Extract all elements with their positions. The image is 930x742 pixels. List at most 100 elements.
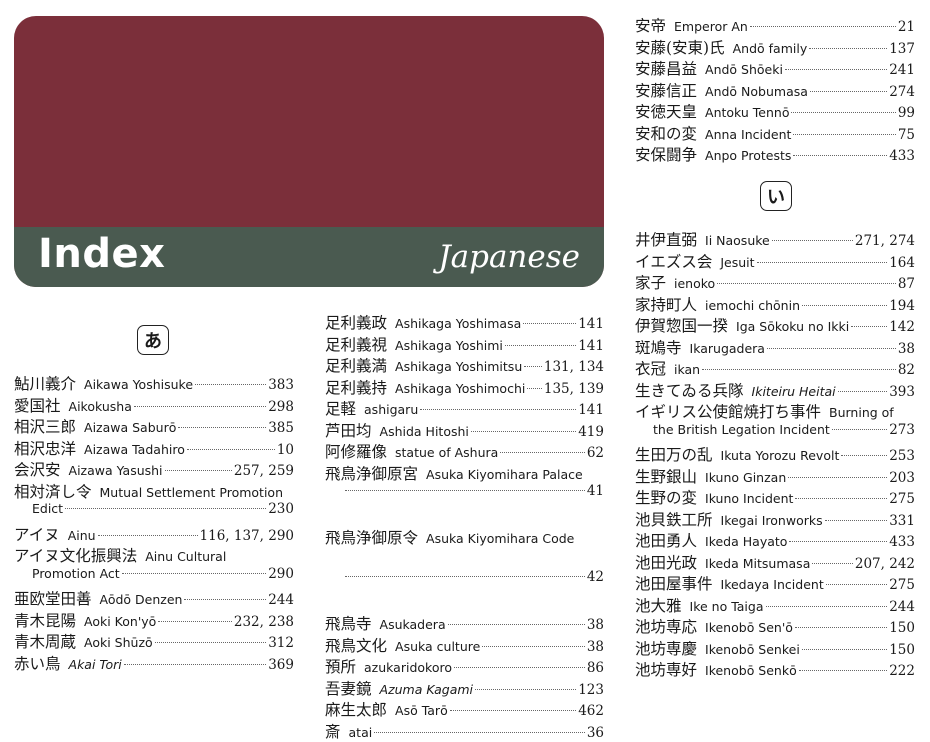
- index-entry: 麻生太郎 Asō Tarō 462: [325, 698, 604, 720]
- entry-japanese-term: 会沢安: [14, 461, 61, 479]
- entry-english-term: atai: [348, 724, 373, 740]
- index-entry: 池坊専慶 Ikenobō Senkei 150: [635, 637, 915, 659]
- entry-japanese-term: 生田万の乱: [635, 446, 713, 464]
- entry-japanese-term: イエズス会: [635, 252, 713, 271]
- entry-english-term: Aoki Kon'yō: [84, 613, 157, 629]
- entry-page-numbers: 244: [268, 592, 294, 608]
- index-column-2: 足利義政 Ashikaga Yoshimasa 141 足利義視 Ashikaga Yo…: [325, 311, 604, 741]
- entry-page-numbers: 369: [268, 656, 294, 673]
- leader-dots: [420, 409, 577, 410]
- index-entry: 赤い鳥 Akai Tori 369: [14, 652, 294, 674]
- entry-page-numbers: 433: [889, 534, 915, 550]
- entry-japanese-term: 足利義視: [325, 335, 388, 354]
- index-entry: 足軽 ashigaru 141: [325, 397, 604, 419]
- entry-page-numbers: 131, 134: [543, 359, 604, 375]
- entry-japanese-term: 麻生太郎: [325, 701, 388, 719]
- leader-dots: [793, 155, 888, 156]
- entry-english-term: Anna Incident: [705, 126, 792, 142]
- entry-page-numbers: 87: [897, 276, 915, 292]
- index-entry: 足利義持 Ashikaga Yoshimochi 135, 139: [325, 376, 604, 398]
- entry-english-term: ikan: [674, 362, 701, 377]
- entry-english-term: Azuma Kagami: [379, 681, 474, 697]
- leader-dots: [749, 26, 896, 27]
- entry-english-term: statue of Ashura: [395, 445, 499, 460]
- entry-japanese-term: 安帝: [635, 17, 667, 35]
- entry-japanese-term: 亜欧堂田善: [14, 590, 92, 608]
- entry-page-numbers: 312: [268, 635, 294, 651]
- leader-dots: [449, 710, 577, 711]
- leader-dots: [524, 366, 542, 367]
- entry-page-numbers: 141: [578, 402, 604, 418]
- index-entry: 生野の変 Ikuno Incident 275: [635, 486, 915, 508]
- index-entry: 青木昆陽 Aoki Kon'yō 232, 238: [14, 609, 294, 631]
- leader-dots: [186, 448, 275, 450]
- entry-english-term: Aikokusha: [68, 398, 132, 414]
- entry-page-numbers: 150: [889, 641, 915, 658]
- entry-japanese-term: 池田光政: [635, 553, 698, 572]
- entry-page-numbers: 123: [578, 681, 604, 698]
- entry-english-term: Antoku Tennō: [705, 105, 790, 120]
- index-entry: 安徳天皇 Antoku Tennō 99: [635, 100, 915, 122]
- entry-page-numbers: 383: [268, 377, 294, 393]
- index-entry: 生きてゐる兵隊 Ikiteiru Heitai 393: [635, 379, 915, 401]
- entry-english-term: Burning of: [829, 405, 894, 420]
- entry-page-numbers: 135, 139: [543, 380, 604, 397]
- entry-english-term: Ikiteiru Heitai: [751, 383, 836, 399]
- entry-english-term: Ikenobō Sen'ō: [705, 620, 793, 635]
- index-entry: [325, 591, 604, 613]
- leader-dots: [825, 584, 888, 585]
- entry-japanese-term: 家子: [635, 274, 667, 292]
- index-entry: 池田光政 Ikeda Mitsumasa 207, 242: [635, 551, 915, 573]
- entry-page-numbers: 433: [889, 148, 915, 164]
- entry-japanese-term: 生きてゐる兵隊: [635, 381, 744, 400]
- leader-dots: [789, 541, 888, 542]
- leader-dots: [809, 90, 888, 92]
- index-entry: [325, 505, 604, 527]
- entry-japanese-term: 足軽: [325, 400, 357, 418]
- entry-page-numbers: 36: [586, 724, 604, 741]
- entry-japanese-term: 阿修羅像: [325, 443, 388, 461]
- leader-dots: [65, 508, 267, 509]
- leader-dots: [831, 428, 888, 430]
- index-entry: 青木周蔵 Aoki Shūzō 312: [14, 630, 294, 652]
- entry-english-term: iemochi chōnin: [705, 297, 801, 313]
- index-entry: 飛鳥文化 Asuka culture 38: [325, 634, 604, 656]
- leader-dots: [798, 670, 888, 671]
- entry-page-numbers: 62: [586, 445, 604, 461]
- entry-japanese-term: アイヌ: [14, 525, 60, 544]
- entry-japanese-term: 相沢忠洋: [14, 439, 77, 458]
- entry-page-numbers: 21: [897, 19, 915, 35]
- entry-japanese-term: 井伊直弼: [635, 231, 698, 249]
- entry-page-numbers: 298: [268, 398, 294, 415]
- index-entry: 斑鳩寺 Ikarugadera 38: [635, 336, 915, 358]
- entry-english-term: Aizawa Tadahiro: [84, 441, 185, 457]
- leader-dots: [824, 519, 888, 521]
- entry-page-numbers: 137: [889, 40, 915, 57]
- index-entry: 41: [325, 483, 604, 505]
- entry-english-term: Aikawa Yoshisuke: [84, 377, 194, 392]
- leader-dots: [523, 323, 577, 324]
- section-heading-a: あ: [137, 325, 169, 355]
- index-entry: 鮎川義介 Aikawa Yoshisuke 383: [14, 372, 294, 394]
- entry-english-term: Asuka culture: [395, 638, 481, 654]
- entry-english-term: ashigaru: [364, 402, 419, 417]
- entry-page-numbers: 150: [889, 620, 915, 636]
- leader-dots: [765, 605, 888, 607]
- entry-page-numbers: 331: [889, 512, 915, 529]
- index-entry: 足利義政 Ashikaga Yoshimasa 141: [325, 311, 604, 333]
- entry-japanese-term: 池貝鉄工所: [635, 510, 713, 529]
- entry-page-numbers: 274: [889, 83, 915, 100]
- entry-english-term: Asō Tarō: [395, 703, 448, 718]
- entry-english-term: Ikeda Hayato: [705, 534, 788, 549]
- index-column-3-top: 安帝 Emperor An 21 安藤(安東)氏 Andō family 137 安藤昌益 A…: [635, 14, 915, 165]
- index-entry: 伊賀惣国一揆 Iga Sōkoku no Ikki 142: [635, 314, 915, 336]
- entry-japanese-term: 飛鳥浄御原宮: [325, 464, 419, 483]
- entry-english-term: Ainu Cultural: [145, 549, 227, 564]
- entry-english-term: ienoko: [674, 276, 716, 291]
- leader-dots: [374, 731, 585, 733]
- entry-page-numbers: 207, 242: [854, 555, 915, 572]
- index-entry: 安保闘争 Anpo Protests 433: [635, 143, 915, 165]
- entry-page-numbers: 38: [586, 617, 604, 633]
- entry-page-numbers: 241: [889, 62, 915, 78]
- leader-dots: [123, 663, 267, 665]
